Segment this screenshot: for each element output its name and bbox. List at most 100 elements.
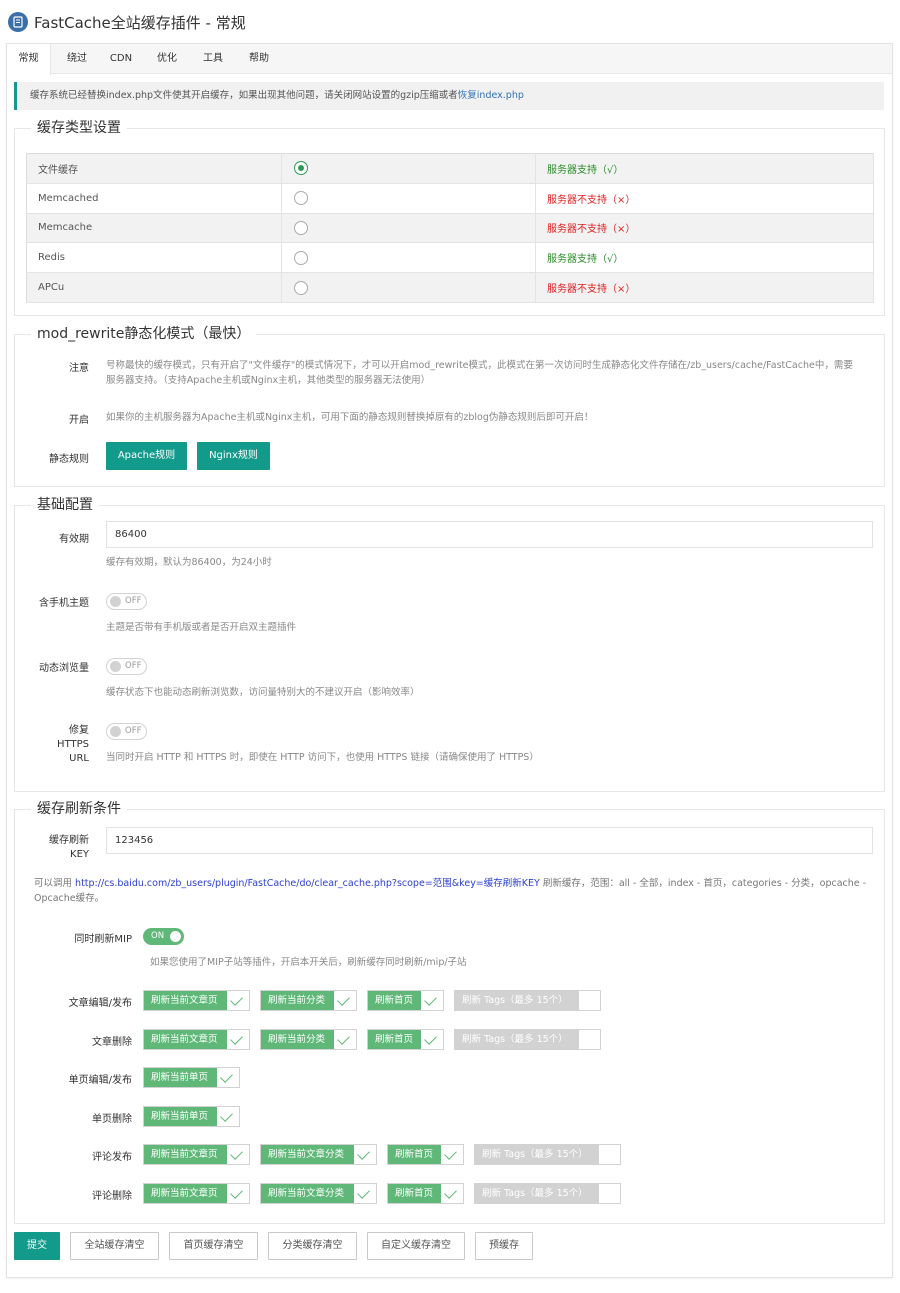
mip-desc: 如果您使用了MIP子站等插件，开启本开关后，刷新缓存同时刷新/mip/子站	[150, 957, 467, 968]
tab-tools[interactable]: 工具	[195, 44, 231, 74]
notice-bar: 缓存系统已经替换index.php文件使其开启缓存，如果出现其他问题，请关闭网站…	[14, 82, 884, 110]
check-icon	[217, 1068, 239, 1087]
check-icon	[354, 1145, 376, 1164]
refresh-legend: 缓存刷新条件	[31, 800, 127, 818]
tab-help[interactable]: 帮助	[241, 44, 277, 74]
refresh-checkbox[interactable]: 刷新当前文章分类	[260, 1144, 377, 1165]
tab-cdn[interactable]: CDN	[103, 44, 139, 74]
refresh-checkbox-label: 刷新当前文章分类	[261, 1184, 354, 1203]
check-icon	[578, 991, 600, 1010]
expire-desc: 缓存有效期，默认为86400，为24小时	[106, 557, 272, 568]
refresh-checkbox[interactable]: 刷新当前分类	[260, 990, 357, 1011]
check-icon	[227, 1030, 249, 1049]
cache-type-radio[interactable]	[294, 191, 308, 206]
page-title: FastCache全站缓存插件 - 常规	[34, 13, 246, 32]
refresh-checkbox-label: 刷新当前分类	[261, 991, 334, 1010]
plugin-logo-icon	[8, 12, 28, 32]
check-icon	[217, 1107, 239, 1126]
mip-switch[interactable]: ON	[143, 928, 184, 945]
precache-button[interactable]: 预缓存	[475, 1232, 533, 1260]
refresh-key-input[interactable]: 123456	[106, 827, 873, 854]
cache-type-radio-cell	[281, 213, 536, 244]
refresh-checkbox[interactable]: 刷新 Tags（最多 15个）	[474, 1183, 621, 1204]
check-icon	[441, 1184, 463, 1203]
cache-type-radio-cell	[281, 272, 536, 303]
refresh-row-label: 文章删除	[92, 1037, 132, 1048]
cache-type-row: Memcached 服务器不支持（×）	[26, 183, 874, 214]
refresh-checkbox-label: 刷新首页	[368, 1030, 421, 1049]
cache-type-fieldset: 缓存类型设置 文件缓存 服务器支持（√） Memcached 服务器不支持（×） Mem…	[14, 119, 885, 316]
cache-type-radio[interactable]	[294, 280, 308, 295]
submit-button[interactable]: 提交	[14, 1232, 60, 1260]
cache-type-status: 服务器支持（√）	[535, 153, 874, 184]
https-fix-desc: 当同时开启 HTTP 和 HTTPS 时，即使在 HTTP 访问下，也使用 HT…	[106, 752, 539, 763]
enable-text: 如果你的主机服务器为Apache主机或Nginx主机，可用下面的静态规则替换掉原…	[106, 412, 594, 423]
cache-type-radio[interactable]	[294, 161, 308, 176]
refresh-checkbox[interactable]: 刷新 Tags（最多 15个）	[454, 990, 601, 1011]
clear-category-button[interactable]: 分类缓存清空	[268, 1232, 357, 1260]
nginx-rules-button[interactable]: Nginx规则	[197, 442, 270, 470]
tab-bar: 常规 绕过 CDN 优化 工具 帮助	[7, 44, 892, 75]
refresh-checkbox[interactable]: 刷新首页	[367, 1029, 444, 1050]
cache-type-row: Memcache 服务器不支持（×）	[26, 213, 874, 244]
basic-config-fieldset: 基础配置 有效期 86400 缓存有效期，默认为86400，为24小时 含手机主…	[14, 496, 885, 792]
refresh-checkbox[interactable]: 刷新当前单页	[143, 1106, 240, 1127]
refresh-checkbox[interactable]: 刷新当前单页	[143, 1067, 240, 1088]
refresh-fieldset: 缓存刷新条件 缓存刷新 KEY 123456 可以调用 http://cs.bai…	[14, 800, 885, 1224]
refresh-row-label: 单页删除	[92, 1114, 132, 1125]
cache-type-row: 文件缓存 服务器支持（√）	[26, 153, 874, 184]
tab-bypass[interactable]: 绕过	[59, 44, 95, 74]
refresh-checkbox-label: 刷新当前文章页	[144, 1184, 227, 1203]
refresh-checkbox-label: 刷新 Tags（最多 15个）	[455, 991, 579, 1010]
refresh-checkbox[interactable]: 刷新当前文章页	[143, 1144, 250, 1165]
refresh-checkbox[interactable]: 刷新当前分类	[260, 1029, 357, 1050]
mobile-theme-switch[interactable]: OFF	[106, 593, 147, 610]
refresh-checkbox-label: 刷新当前单页	[144, 1107, 217, 1126]
clear-home-button[interactable]: 首页缓存清空	[169, 1232, 258, 1260]
settings-panel: 常规 绕过 CDN 优化 工具 帮助 缓存系统已经替换index.php文件使其…	[6, 43, 893, 1278]
cache-type-legend: 缓存类型设置	[31, 119, 127, 137]
refresh-row-label: 文章编辑/发布	[68, 998, 132, 1009]
refresh-checkbox-label: 刷新当前文章页	[144, 1145, 227, 1164]
cache-type-radio-cell	[281, 242, 536, 274]
note-label: 注意	[69, 363, 89, 374]
refresh-checkbox[interactable]: 刷新当前文章分类	[260, 1183, 377, 1204]
cache-type-name: APCu	[26, 272, 282, 303]
check-icon	[598, 1145, 620, 1164]
cache-type-radio[interactable]	[294, 220, 308, 235]
expire-input[interactable]: 86400	[106, 521, 873, 548]
refresh-url-link[interactable]: http://cs.baidu.com/zb_users/plugin/Fast…	[75, 878, 540, 889]
refresh-checkbox-label: 刷新 Tags（最多 15个）	[455, 1030, 579, 1049]
refresh-checkbox-label: 刷新首页	[368, 991, 421, 1010]
refresh-checkbox[interactable]: 刷新当前文章页	[143, 1183, 250, 1204]
cache-type-row: Redis 服务器支持（√）	[26, 242, 874, 274]
cache-type-row: APCu 服务器不支持（×）	[26, 272, 874, 303]
refresh-row-label: 评论删除	[92, 1191, 132, 1202]
basic-config-legend: 基础配置	[31, 496, 99, 514]
cache-type-name: Memcache	[26, 213, 282, 244]
https-fix-switch[interactable]: OFF	[106, 723, 147, 740]
cache-type-status: 服务器不支持（×）	[535, 183, 874, 214]
refresh-checkbox-label: 刷新当前单页	[144, 1068, 217, 1087]
refresh-checkbox-label: 刷新首页	[388, 1145, 441, 1164]
apache-rules-button[interactable]: Apache规则	[106, 442, 187, 470]
clear-custom-button[interactable]: 自定义缓存清空	[367, 1232, 465, 1260]
clear-all-button[interactable]: 全站缓存清空	[70, 1232, 159, 1260]
refresh-checkbox[interactable]: 刷新 Tags（最多 15个）	[454, 1029, 601, 1050]
check-icon	[334, 1030, 356, 1049]
refresh-row-label: 单页编辑/发布	[68, 1075, 132, 1086]
tab-optimize[interactable]: 优化	[149, 44, 185, 74]
dynamic-views-switch[interactable]: OFF	[106, 658, 147, 675]
tab-general[interactable]: 常规	[7, 44, 51, 75]
rewrite-legend: mod_rewrite静态化模式（最快）	[31, 325, 257, 343]
refresh-checkbox[interactable]: 刷新当前文章页	[143, 990, 250, 1011]
refresh-checkbox[interactable]: 刷新首页	[387, 1144, 464, 1165]
refresh-checkbox[interactable]: 刷新当前文章页	[143, 1029, 250, 1050]
refresh-checkbox[interactable]: 刷新 Tags（最多 15个）	[474, 1144, 621, 1165]
refresh-checkbox[interactable]: 刷新首页	[367, 990, 444, 1011]
cache-type-radio[interactable]	[294, 250, 308, 265]
refresh-checkbox[interactable]: 刷新首页	[387, 1183, 464, 1204]
page-header: FastCache全站缓存插件 - 常规	[8, 8, 246, 36]
restore-index-link[interactable]: 恢复index.php	[458, 90, 524, 101]
refresh-checkbox-label: 刷新当前分类	[261, 1030, 334, 1049]
